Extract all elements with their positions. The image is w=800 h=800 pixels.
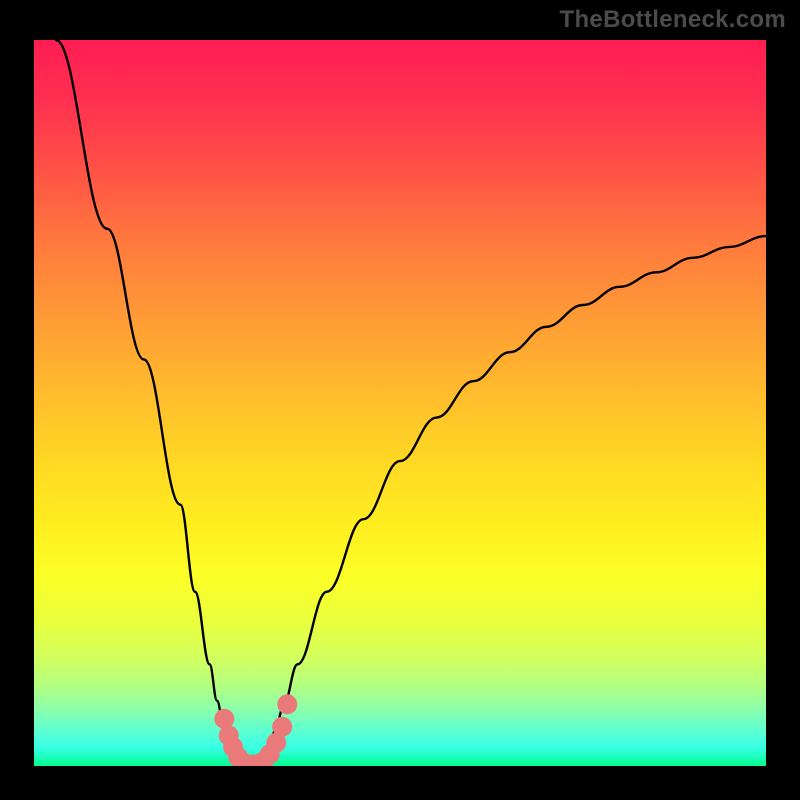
watermark-text: TheBottleneck.com	[560, 6, 786, 34]
marker-point	[277, 694, 297, 714]
chart-frame: TheBottleneck.com	[0, 0, 800, 800]
highlighted-points	[34, 40, 766, 766]
marker-point	[272, 717, 292, 737]
plot-area	[34, 40, 766, 766]
marker-point	[214, 709, 234, 729]
